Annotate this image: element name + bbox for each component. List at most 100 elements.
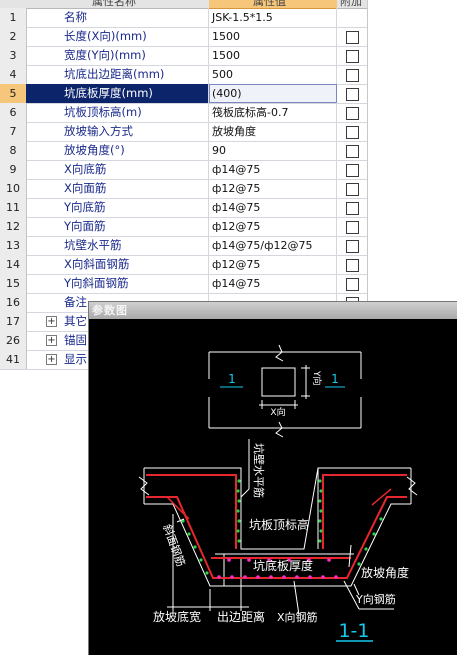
property-value[interactable]: ф14@75/ф12@75 bbox=[209, 236, 337, 255]
row-number[interactable]: 5 bbox=[0, 84, 27, 103]
property-value[interactable]: ф14@75 bbox=[209, 198, 337, 217]
group-name-text: 锚固 bbox=[64, 333, 87, 347]
attach-checkbox[interactable] bbox=[346, 88, 359, 101]
property-row[interactable]: 11 Y向底筋 ф14@75 bbox=[0, 198, 367, 218]
row-number[interactable]: 10 bbox=[0, 179, 27, 198]
attach-checkbox[interactable] bbox=[346, 259, 359, 272]
property-name-text: Y向斜面钢筋 bbox=[64, 276, 129, 290]
attach-checkbox[interactable] bbox=[346, 278, 359, 291]
row-number[interactable]: 15 bbox=[0, 274, 27, 293]
label-thickness: 坑底板厚度 bbox=[253, 558, 313, 573]
property-value[interactable]: ф12@75 bbox=[209, 179, 337, 198]
property-value[interactable]: 放坡角度 bbox=[209, 122, 337, 141]
row-number[interactable]: 3 bbox=[0, 46, 27, 65]
row-number[interactable]: 4 bbox=[0, 65, 27, 84]
row-number[interactable]: 9 bbox=[0, 160, 27, 179]
property-name[interactable]: 宽度(Y向)(mm) bbox=[26, 46, 209, 65]
property-name[interactable]: 坑底板厚度(mm) bbox=[26, 84, 209, 103]
property-row[interactable]: 6 坑板顶标高(m) 筏板底标高-0.7 bbox=[0, 103, 367, 123]
property-row[interactable]: 14 X向斜面钢筋 ф12@75 bbox=[0, 255, 367, 275]
row-number[interactable]: 2 bbox=[0, 27, 27, 46]
attach-checkbox[interactable] bbox=[346, 183, 359, 196]
group-name-text: 显示 bbox=[64, 352, 87, 366]
property-row[interactable]: 15 Y向斜面钢筋 ф14@75 bbox=[0, 274, 367, 294]
row-number[interactable]: 11 bbox=[0, 198, 27, 217]
expand-plus-icon[interactable]: + bbox=[46, 316, 57, 327]
property-name[interactable]: 放坡角度(°) bbox=[26, 141, 209, 160]
property-name[interactable]: X向底筋 bbox=[26, 160, 209, 179]
row-number[interactable]: 1 bbox=[0, 8, 27, 27]
property-name[interactable]: 坑板顶标高(m) bbox=[26, 103, 209, 122]
property-row[interactable]: 5 坑底板厚度(mm) (400) bbox=[0, 84, 367, 104]
section-top-outline bbox=[144, 467, 411, 550]
row-number[interactable]: 16 bbox=[0, 293, 27, 312]
property-name[interactable]: Y向面筋 bbox=[26, 217, 209, 236]
property-row[interactable]: 8 放坡角度(°) 90 bbox=[0, 141, 367, 161]
property-name[interactable]: X向斜面钢筋 bbox=[26, 255, 209, 274]
property-name[interactable]: X向面筋 bbox=[26, 179, 209, 198]
property-value[interactable]: 90 bbox=[209, 141, 337, 160]
expand-plus-icon[interactable]: + bbox=[46, 335, 57, 346]
row-number[interactable]: 41 bbox=[0, 350, 27, 369]
property-row[interactable]: 7 放坡输入方式 放坡角度 bbox=[0, 122, 367, 142]
property-name[interactable]: 长度(X向)(mm) bbox=[26, 27, 209, 46]
row-number[interactable]: 8 bbox=[0, 141, 27, 160]
attach-checkbox[interactable] bbox=[346, 69, 359, 82]
property-value[interactable]: 1500 bbox=[209, 46, 337, 65]
property-value[interactable]: 1500 bbox=[209, 27, 337, 46]
property-row[interactable]: 9 X向底筋 ф14@75 bbox=[0, 160, 367, 180]
property-value[interactable]: 筏板底标高-0.7 bbox=[209, 103, 337, 122]
property-value[interactable]: ф14@75 bbox=[209, 274, 337, 293]
row-number[interactable]: 13 bbox=[0, 236, 27, 255]
row-number[interactable]: 6 bbox=[0, 103, 27, 122]
label-top-elev: 坑板顶标高 bbox=[249, 517, 309, 532]
plan-view bbox=[208, 344, 362, 438]
param-image-window[interactable]: 参数图 1 1 X向 Y向 坑壁水平筋 坑板顶标高 斜面钢筋 坑底板厚度 放坡角… bbox=[88, 301, 457, 655]
property-value[interactable]: JSK-1.5*1.5 bbox=[209, 8, 337, 27]
row-number[interactable]: 26 bbox=[0, 331, 27, 350]
row-number[interactable]: 14 bbox=[0, 255, 27, 274]
property-name-text: X向底筋 bbox=[64, 162, 107, 176]
label-wall-bar: 坑壁水平筋 bbox=[252, 443, 266, 498]
property-row[interactable]: 10 X向面筋 ф12@75 bbox=[0, 179, 367, 199]
label-x-bar: X向钢筋 bbox=[277, 610, 318, 624]
property-row[interactable]: 12 Y向面筋 ф12@75 bbox=[0, 217, 367, 237]
property-row[interactable]: 4 坑底出边距离(mm) 500 bbox=[0, 65, 367, 85]
property-row[interactable]: 3 宽度(Y向)(mm) 1500 bbox=[0, 46, 367, 66]
property-name[interactable]: Y向底筋 bbox=[26, 198, 209, 217]
property-row[interactable]: 1 名称 JSK-1.5*1.5 bbox=[0, 8, 367, 28]
attach-checkbox[interactable] bbox=[346, 221, 359, 234]
property-row[interactable]: 2 长度(X向)(mm) 1500 bbox=[0, 27, 367, 47]
row-number[interactable]: 7 bbox=[0, 122, 27, 141]
attach-checkbox[interactable] bbox=[346, 50, 359, 63]
row-number[interactable]: 17 bbox=[0, 312, 27, 331]
attach-checkbox[interactable] bbox=[346, 31, 359, 44]
property-name-text: Y向面筋 bbox=[64, 219, 106, 233]
property-value[interactable]: ф12@75 bbox=[209, 217, 337, 236]
property-row[interactable]: 13 坑壁水平筋 ф14@75/ф12@75 bbox=[0, 236, 367, 256]
property-name-text: X向斜面钢筋 bbox=[64, 257, 130, 271]
property-name[interactable]: 坑壁水平筋 bbox=[26, 236, 209, 255]
property-value[interactable]: 500 bbox=[209, 65, 337, 84]
property-name-text: 坑壁水平筋 bbox=[64, 238, 122, 252]
attach-checkbox[interactable] bbox=[346, 145, 359, 158]
property-name-text: 放坡输入方式 bbox=[64, 124, 133, 138]
property-name[interactable]: 坑底出边距离(mm) bbox=[26, 65, 209, 84]
attach-checkbox[interactable] bbox=[346, 126, 359, 139]
row-number[interactable]: 12 bbox=[0, 217, 27, 236]
label-y-bar: Y向钢筋 bbox=[355, 592, 396, 606]
attach-checkbox[interactable] bbox=[346, 164, 359, 177]
attach-checkbox[interactable] bbox=[346, 202, 359, 215]
section-label-left: 1 bbox=[228, 372, 236, 386]
expand-plus-icon[interactable]: + bbox=[46, 354, 57, 365]
section-title: 1-1 bbox=[338, 620, 369, 642]
property-name[interactable]: Y向斜面钢筋 bbox=[26, 274, 209, 293]
property-value[interactable]: (400) bbox=[209, 84, 337, 103]
property-name[interactable]: 放坡输入方式 bbox=[26, 122, 209, 141]
attach-checkbox[interactable] bbox=[346, 240, 359, 253]
property-name[interactable]: 名称 bbox=[26, 8, 209, 27]
property-value[interactable]: ф14@75 bbox=[209, 160, 337, 179]
attach-checkbox[interactable] bbox=[346, 107, 359, 120]
param-window-title[interactable]: 参数图 bbox=[89, 302, 457, 319]
property-value[interactable]: ф12@75 bbox=[209, 255, 337, 274]
